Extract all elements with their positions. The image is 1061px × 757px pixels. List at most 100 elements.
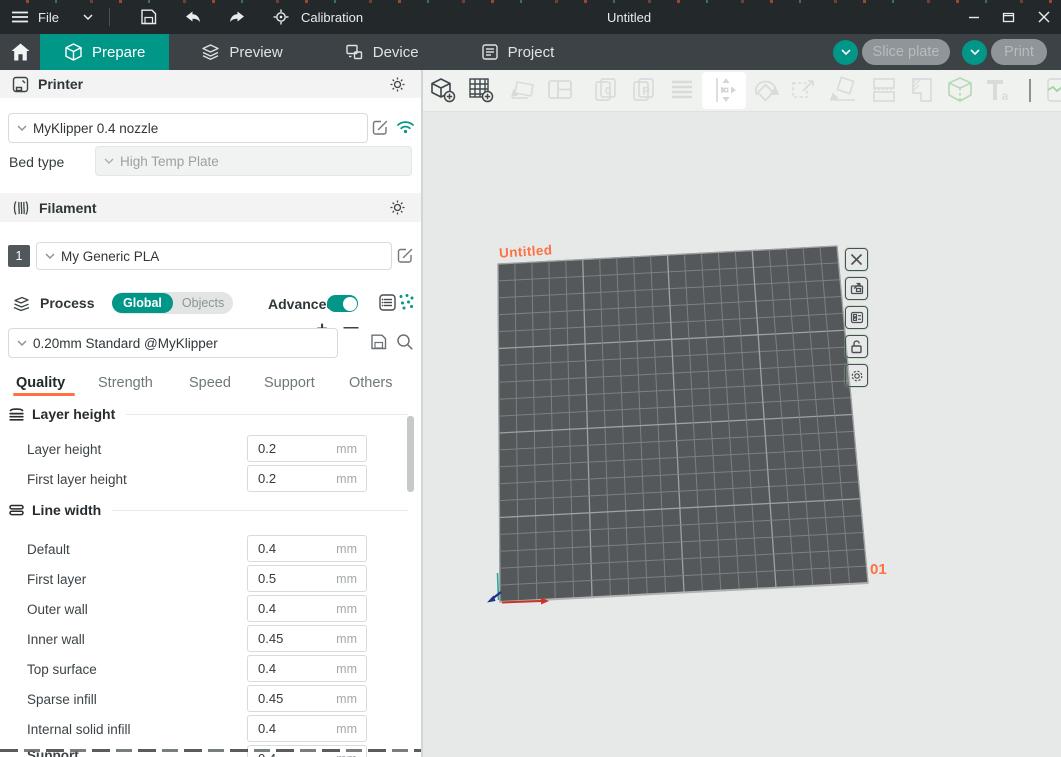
tab-device[interactable]: Device: [321, 34, 443, 70]
printer-settings-gear-icon[interactable]: [389, 76, 406, 93]
filament-preset-combo[interactable]: My Generic PLA: [36, 242, 392, 270]
bed-type-value: High Temp Plate: [120, 154, 219, 169]
plate-lock-button[interactable]: [845, 335, 868, 358]
process-tab-speed[interactable]: Speed: [189, 375, 231, 391]
process-tab-quality[interactable]: Quality: [16, 375, 65, 391]
bed-type-combo[interactable]: High Temp Plate: [95, 146, 412, 176]
filament-slot-badge[interactable]: 1: [8, 245, 30, 267]
redo-icon[interactable]: [229, 11, 245, 23]
preview-layers-icon: [201, 43, 220, 61]
undo-icon[interactable]: [185, 11, 201, 23]
process-preset-value: 0.20mm Standard @MyKlipper: [33, 336, 218, 351]
save-icon[interactable]: [140, 9, 157, 25]
process-tab-strength[interactable]: Strength: [98, 375, 153, 391]
sidebar-scrollbar[interactable]: [407, 416, 414, 492]
layer-height-section-title: Layer height: [32, 406, 115, 422]
stack-objects-icon: [667, 75, 697, 105]
slice-options-chevron[interactable]: [833, 40, 858, 65]
calibration-icon[interactable]: [273, 9, 289, 25]
active-tab-underline: [13, 393, 75, 396]
svg-text:0: 0: [605, 86, 611, 98]
tab-project[interactable]: Project: [457, 34, 579, 70]
plate-delete-button[interactable]: [845, 248, 868, 271]
param-unit: mm: [336, 662, 366, 676]
param-input-first-layer-height[interactable]: 0.2 mm: [247, 465, 367, 492]
remove-filament-button[interactable]: —: [341, 319, 361, 337]
lay-flat-tool-icon: [829, 75, 859, 105]
parameter-table-icon[interactable]: [378, 293, 397, 312]
slice-plate-button[interactable]: Slice plate: [862, 39, 950, 65]
orca-slicer-window: File Calibration Untitled: [0, 0, 1061, 757]
plate-gear-button[interactable]: [845, 364, 868, 387]
process-tab-others[interactable]: Others: [349, 375, 393, 391]
section-divider: [112, 510, 408, 511]
rotate-tool-icon: [751, 75, 781, 105]
window-minimize-button[interactable]: [956, 0, 991, 34]
settings-sidebar: Printer MyKlipper 0.4 nozzle Bed type Hi…: [0, 70, 423, 757]
param-unit: mm: [336, 722, 366, 736]
line-width-icon: [8, 503, 25, 517]
plate-settings-button[interactable]: [845, 306, 868, 329]
edit-filament-icon[interactable]: [397, 247, 414, 264]
param-unit: mm: [336, 692, 366, 706]
param-input-inner-wall-width[interactable]: 0.45 mm: [247, 625, 367, 652]
param-unit: mm: [336, 632, 366, 646]
param-input-default-width[interactable]: 0.4 mm: [247, 535, 367, 562]
tab-prepare[interactable]: Prepare: [40, 34, 169, 70]
plate-arrange-button[interactable]: [845, 277, 868, 300]
build-plate[interactable]: [423, 111, 1061, 757]
advanced-toggle[interactable]: [327, 295, 358, 312]
compare-presets-dots-icon[interactable]: [398, 293, 415, 311]
print-button[interactable]: Print: [991, 39, 1047, 65]
scope-objects-option[interactable]: Objects: [173, 293, 233, 313]
param-label: First layer height: [27, 472, 127, 487]
process-tabs: Quality Strength Speed Support Others: [0, 368, 421, 398]
line-width-section-header: Line width: [8, 502, 408, 518]
toggle-knob: [343, 297, 357, 311]
param-input-internal-solid-infill-width[interactable]: 0.4 mm: [247, 715, 367, 742]
print-options-chevron[interactable]: [962, 40, 987, 65]
param-input-sparse-infill-width[interactable]: 0.45 mm: [247, 685, 367, 712]
edit-printer-icon[interactable]: [372, 119, 389, 136]
param-label: Top surface: [27, 662, 97, 677]
window-maximize-button[interactable]: [991, 0, 1026, 34]
param-input-first-layer-width[interactable]: 0.5 mm: [247, 565, 367, 592]
param-input-layer-height[interactable]: 0.2 mm: [247, 435, 367, 462]
layer-height-section-header: Layer height: [8, 406, 408, 422]
process-preset-combo[interactable]: 0.20mm Standard @MyKlipper: [8, 328, 338, 358]
param-input-top-surface-width[interactable]: 0.4 mm: [247, 655, 367, 682]
filament-section-header: Filament + —: [0, 193, 421, 222]
param-value: 0.45: [248, 691, 336, 706]
filament-settings-gear-icon[interactable]: [389, 199, 406, 216]
filament-icon: [12, 200, 30, 216]
calibration-label[interactable]: Calibration: [301, 10, 363, 25]
param-unit: mm: [336, 472, 366, 486]
viewport-3d-canvas[interactable]: 0 P: [423, 70, 1061, 757]
param-input-outer-wall-width[interactable]: 0.4 mm: [247, 595, 367, 622]
wifi-connection-icon[interactable]: [396, 119, 415, 134]
add-object-icon[interactable]: [428, 75, 458, 105]
color-fill-tool-icon: [907, 75, 937, 105]
file-menu-label[interactable]: File: [38, 10, 59, 25]
chevron-down-icon[interactable]: [83, 14, 93, 20]
process-tab-support[interactable]: Support: [264, 375, 315, 391]
device-monitor-icon: [345, 43, 364, 61]
scope-global-option[interactable]: Global: [112, 293, 173, 313]
printer-icon: [12, 76, 29, 93]
home-button[interactable]: [0, 34, 40, 70]
add-plate-icon[interactable]: [466, 75, 496, 105]
tab-preview[interactable]: Preview: [177, 34, 306, 70]
chevron-down-icon: [17, 125, 27, 131]
plate-number-label: 01: [870, 561, 887, 578]
chevron-down-icon: [17, 340, 27, 346]
import-plate-icon: P: [629, 75, 659, 105]
printer-preset-combo[interactable]: MyKlipper 0.4 nozzle: [8, 113, 368, 143]
menu-hamburger-icon[interactable]: [12, 11, 28, 23]
param-value: 0.2: [248, 441, 336, 456]
save-preset-icon[interactable]: [370, 334, 387, 350]
search-preset-icon[interactable]: [396, 333, 414, 351]
seam-paint-tool-icon: [1045, 75, 1061, 105]
window-close-button[interactable]: [1026, 0, 1061, 34]
printer-section-header: Printer: [0, 70, 421, 98]
toolbar-divider: [1029, 79, 1031, 102]
